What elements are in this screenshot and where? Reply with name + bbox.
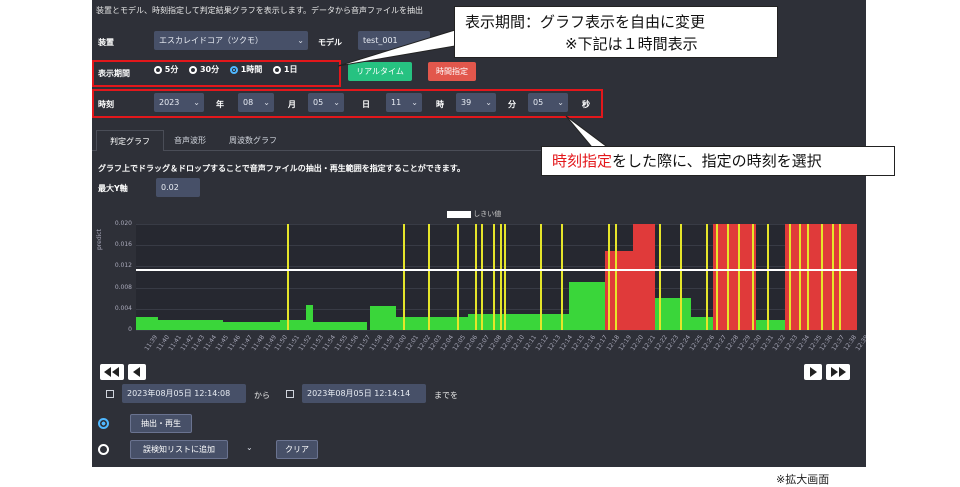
footnote: ※拡大画面 bbox=[776, 473, 830, 486]
callout-period: 表示期間：グラフ表示を自由に変更 ※下記は１時間表示 bbox=[454, 6, 778, 58]
callout-time: 時刻指定をした際に、指定の時刻を選択 bbox=[541, 146, 895, 176]
callout-pointers bbox=[337, 29, 616, 153]
callout-period-line2: ※下記は１時間表示 bbox=[565, 35, 698, 53]
callout-time-text: をした際に、指定の時刻を選択 bbox=[612, 152, 822, 170]
callout-time-emphasis: 時刻指定 bbox=[552, 152, 613, 170]
callout-period-line1: 表示期間：グラフ表示を自由に変更 bbox=[465, 13, 706, 31]
